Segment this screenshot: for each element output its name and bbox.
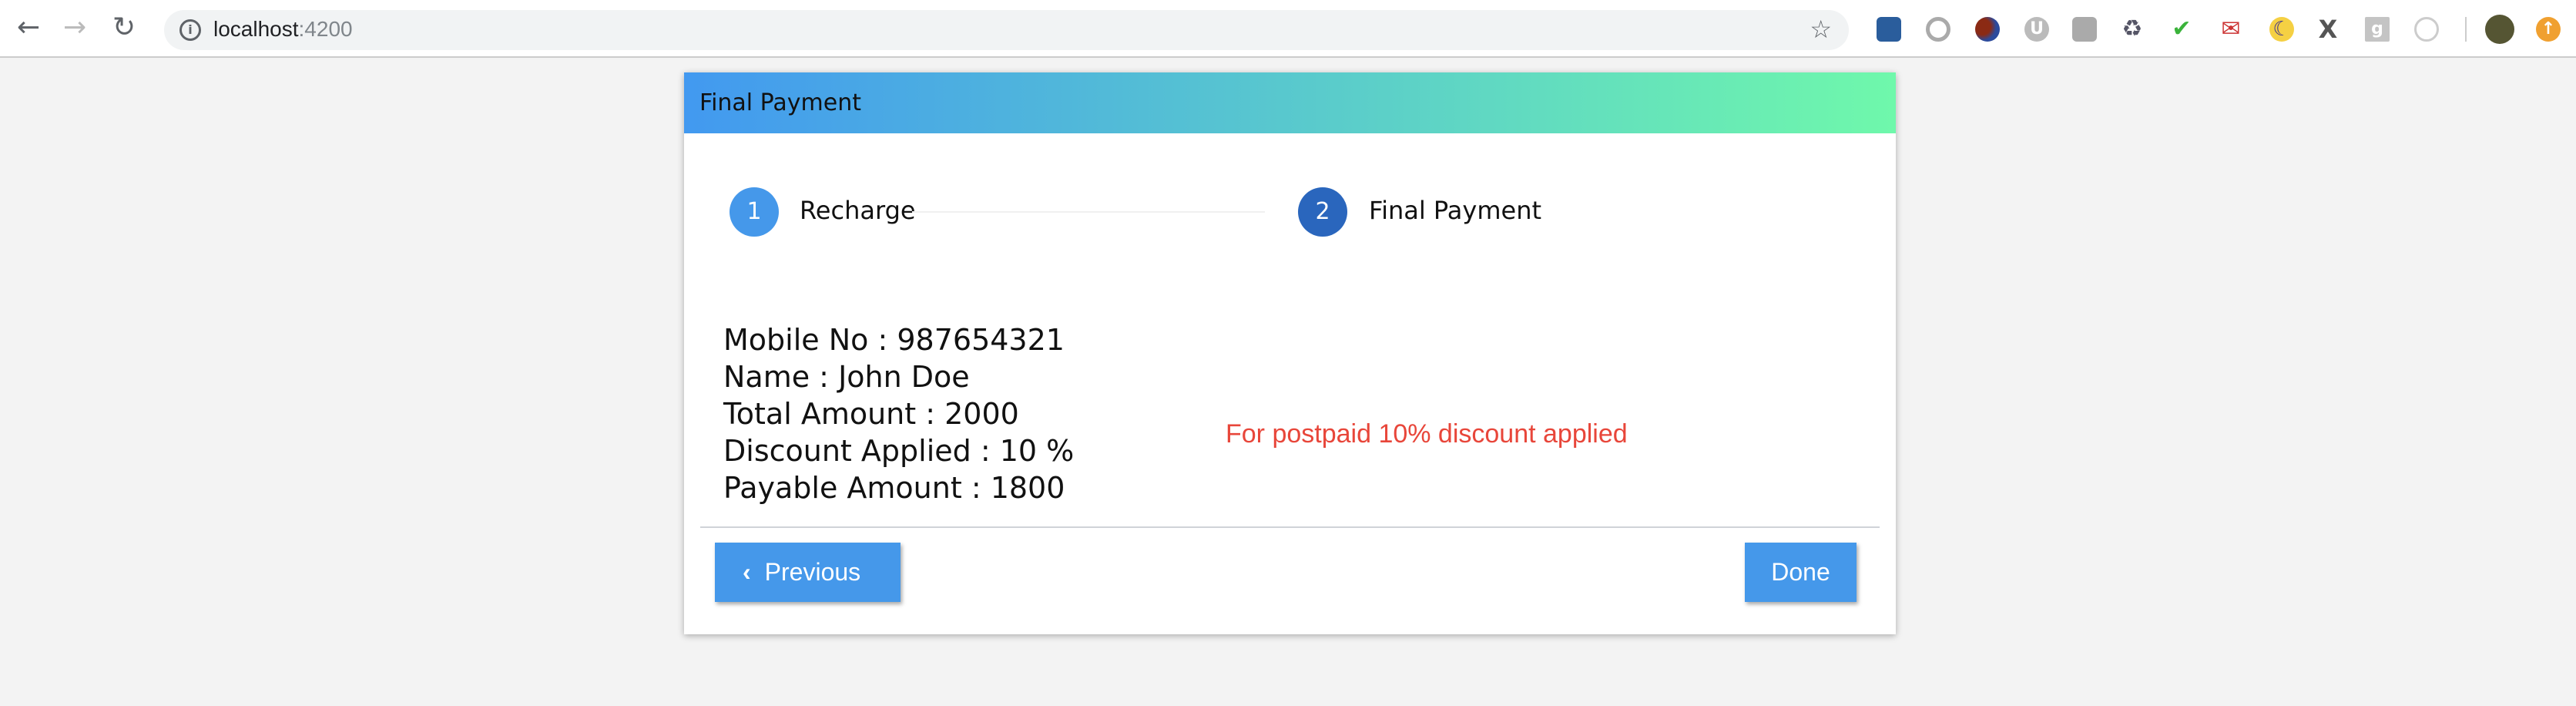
browser-toolbar: ← → ↻ i localhost:4200 ☆ U ♻ ✔ ✉ ☾ X g ↑ [0,0,2576,58]
step-1-label[interactable]: Recharge [800,196,916,225]
url-text: localhost:4200 [213,17,353,41]
done-button[interactable]: Done [1745,543,1857,602]
discount-applied: Discount Applied : 10 % [723,434,1075,468]
g-extension-icon[interactable]: g [2365,17,2390,42]
bookmark-star-icon[interactable]: ☆ [1810,15,1832,44]
step-2-badge[interactable]: 2 [1298,187,1347,237]
stepper-connector [912,211,1265,213]
balls-extension-icon[interactable] [1975,17,2000,42]
payment-details: Mobile No : 987654321 Name : John Doe To… [723,321,1074,506]
payment-card: Final Payment 1 Recharge 2 Final Payment… [684,72,1896,634]
payable-amount: Payable Amount : 1800 [723,471,1065,505]
step-1-badge[interactable]: 1 [730,187,779,237]
mail-extension-icon[interactable] [2072,17,2097,42]
customer-name: Name : John Doe [723,360,970,394]
circle-extension-icon[interactable] [1926,17,1950,42]
info-icon[interactable]: i [179,19,201,41]
avatar[interactable] [2485,15,2514,44]
moon-extension-icon[interactable]: ☾ [2269,17,2294,42]
u-extension-icon[interactable]: U [2024,17,2049,42]
total-amount: Total Amount : 2000 [723,397,1019,431]
card-title: Final Payment [684,72,1896,133]
back-icon[interactable]: ← [17,12,40,43]
step-2-label[interactable]: Final Payment [1369,196,1541,225]
mobile-number: Mobile No : 987654321 [723,323,1065,357]
target-extension-icon[interactable] [2414,17,2439,42]
red-mail-icon[interactable]: ✉ [2219,17,2243,42]
address-bar[interactable]: i localhost:4200 ☆ [164,10,1849,50]
reload-icon[interactable]: ↻ [112,12,136,43]
discount-note: For postpaid 10% discount applied [1226,419,1628,449]
recycle-icon[interactable]: ♻ [2120,17,2145,42]
chevron-left-icon: ‹ [743,558,751,586]
toolbar-divider [2465,17,2467,42]
previous-button[interactable]: ‹ Previous [715,543,901,602]
forward-icon[interactable]: → [63,12,86,43]
abc-check-icon[interactable]: ✔ [2169,17,2194,42]
previous-label: Previous [764,558,861,586]
x-extension-icon[interactable]: X [2316,17,2340,42]
divider [700,526,1880,528]
update-arrow-icon[interactable]: ↑ [2536,17,2561,42]
cookie-inspector-icon[interactable] [1877,17,1901,42]
